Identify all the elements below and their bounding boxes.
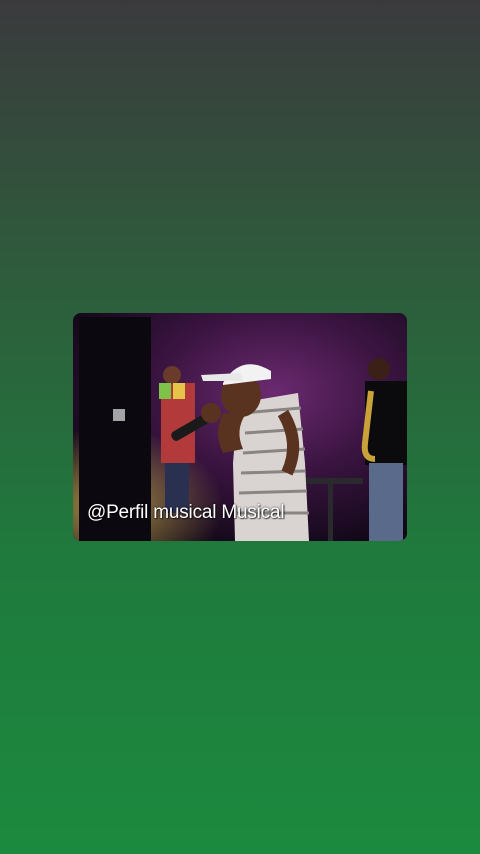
watermark-text: @Perfil musical Musical	[87, 502, 285, 523]
saxophonist	[368, 358, 390, 380]
screen: { "video": { "watermark": "@Perfil music…	[0, 0, 480, 854]
video-player[interactable]: @Perfil musical Musical	[73, 313, 407, 541]
